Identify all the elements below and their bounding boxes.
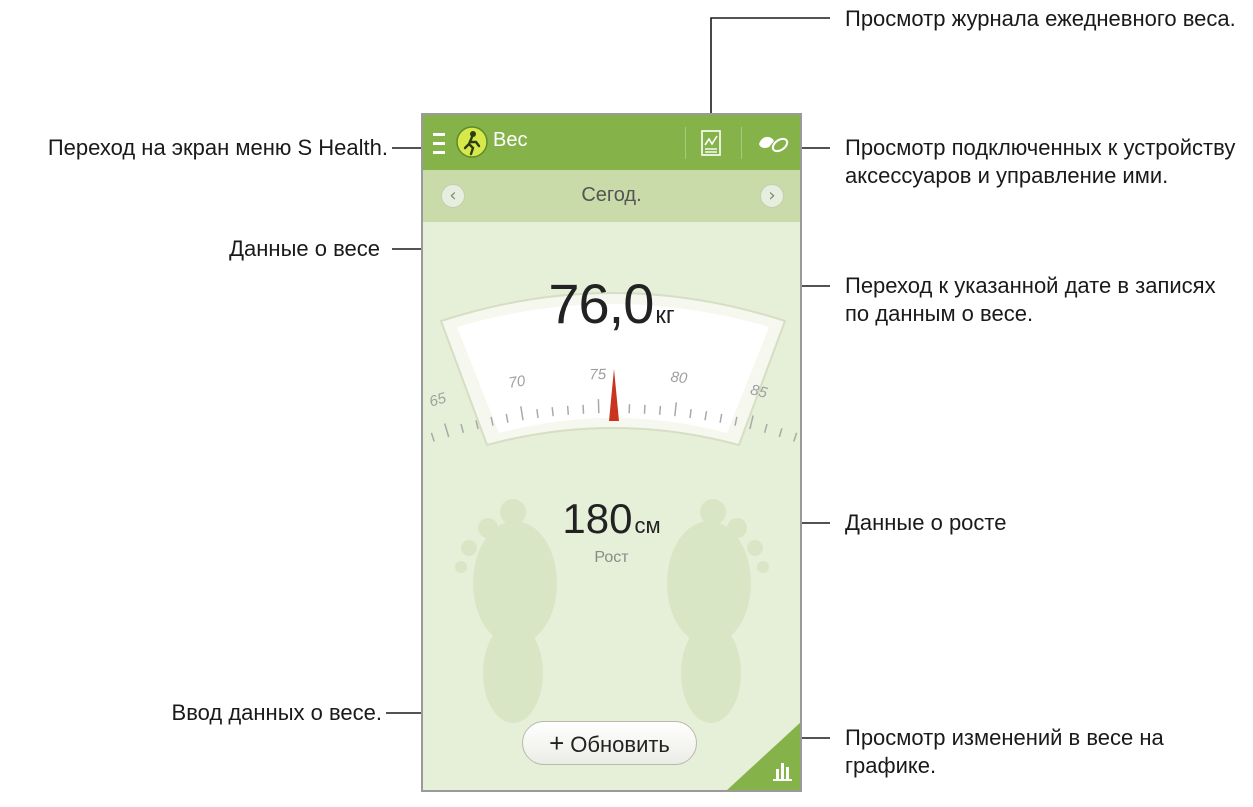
date-label[interactable]: Сегод. [423,184,800,207]
plus-icon: + [549,728,565,758]
menu-icon[interactable] [433,133,445,155]
weight-value: 76,0 [548,272,654,335]
phone-screen: 65 70 75 80 85 Вес ‹ Сегод. › 76,0кг 180… [421,113,802,792]
graph-button[interactable] [726,721,802,791]
scale-tick [778,428,783,438]
callout-weight: Данные о весе [229,236,380,261]
action-divider [741,127,742,159]
callout-log: Просмотр журнала ежедневного веса. [845,6,1236,31]
callout-date: Переход к указанной дате в записях по да… [845,273,1216,326]
action-divider [685,127,686,159]
weight-unit: кг [655,302,675,329]
scale-tick [430,432,435,442]
height-label: Рост [594,549,629,566]
weight-display[interactable]: 76,0кг [423,271,800,336]
scale-tick [566,405,570,415]
update-weight-button[interactable]: + Обновить [522,721,697,765]
scale-tick-label: 80 [670,369,689,388]
scale-tick [658,405,662,415]
callout-graph: Просмотр изменений в весе на графике. [845,725,1164,778]
update-button-label: Обновить [570,732,670,757]
scale-tick-label: 75 [589,366,607,383]
callout-height: Данные о росте [845,510,1007,535]
next-date-button[interactable]: › [760,184,784,208]
scale-tick [460,423,465,433]
height-unit: см [634,513,661,538]
accessories-icon[interactable] [757,133,789,153]
callout-accessories: Просмотр подключенных к устройству аксес… [845,135,1236,188]
scale-tick-label: 70 [507,372,527,392]
date-navigation-bar: ‹ Сегод. › [423,170,800,222]
callout-input: Ввод данных о весе. [171,700,382,725]
scale-tick [793,432,798,442]
scale-tick [749,415,754,430]
action-bar: Вес [423,115,800,170]
callout-menu: Переход на экран меню S Health. [47,135,388,160]
weight-log-icon[interactable] [701,130,721,156]
scale-tick [443,423,450,438]
app-logo-icon[interactable] [456,126,488,158]
scale-tick [551,407,554,417]
scale-tick-label: 65 [427,389,448,410]
height-display[interactable]: 180см [423,495,800,543]
page-title: Вес [493,129,528,151]
height-value: 180 [562,495,633,542]
scale-tick [763,423,768,433]
